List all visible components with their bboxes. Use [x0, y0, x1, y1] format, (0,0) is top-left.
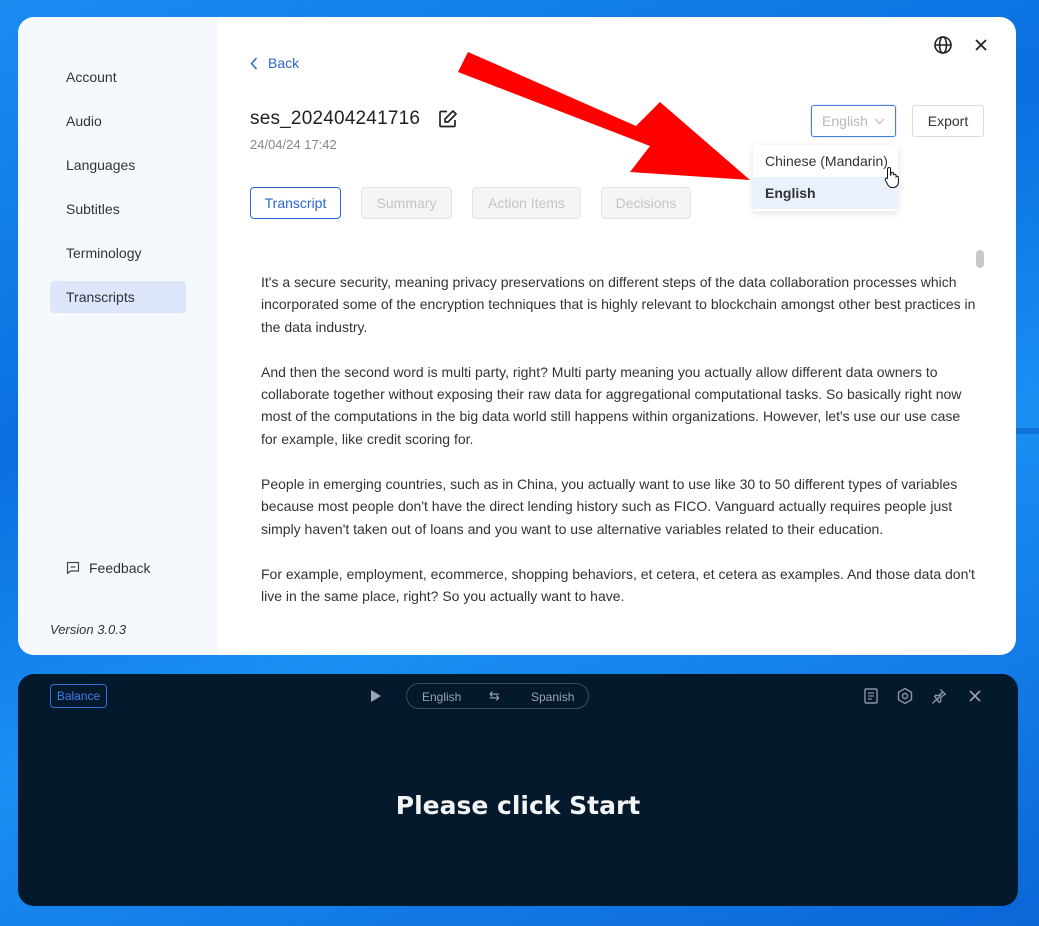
back-link[interactable]: Back [250, 55, 299, 71]
transcript-paragraph: For example, employment, ecommerce, shop… [261, 565, 975, 605]
target-language[interactable]: Spanish [531, 690, 574, 704]
chevron-down-icon [874, 118, 885, 124]
language-dropdown: Chinese (Mandarin) English [753, 145, 898, 211]
back-label: Back [268, 55, 300, 71]
close-icon[interactable] [971, 35, 991, 55]
close-caption-icon[interactable] [966, 687, 984, 705]
feedback-button[interactable]: Feedback [66, 560, 150, 576]
session-title: ses_202404241716 [250, 108, 421, 129]
sidebar: Account Audio Languages Subtitles Termin… [18, 17, 217, 655]
sidebar-item-transcripts[interactable]: Transcripts [50, 281, 186, 313]
sidebar-item-subtitles[interactable]: Subtitles [50, 193, 186, 225]
language-select[interactable]: English [811, 105, 896, 137]
source-language[interactable]: English [422, 690, 461, 704]
transcript-content: It's a secure security, meaning privacy … [261, 271, 976, 631]
sidebar-item-languages[interactable]: Languages [50, 149, 186, 181]
dropdown-option-chinese-mandarin[interactable]: Chinese (Mandarin) [753, 145, 898, 177]
transcript-paragraph: It's a secure security, meaning privacy … [261, 274, 976, 335]
play-icon[interactable] [370, 689, 382, 703]
export-button[interactable]: Export [912, 105, 984, 137]
swap-languages-icon[interactable]: ⇆ [489, 688, 500, 704]
tab-action-items[interactable]: Action Items [472, 187, 581, 219]
start-prompt: Please click Start [395, 791, 641, 820]
scrollbar-thumb[interactable] [976, 250, 984, 268]
settings-icon[interactable] [896, 687, 914, 705]
sidebar-item-audio[interactable]: Audio [50, 105, 186, 137]
dropdown-option-english[interactable]: English [753, 177, 898, 209]
language-pair-selector: English ⇆ Spanish [406, 683, 589, 709]
session-date: 24/04/24 17:42 [250, 137, 337, 152]
sidebar-item-account[interactable]: Account [50, 61, 186, 93]
live-caption-window: Balance English ⇆ Spanish Please click S… [18, 674, 1018, 906]
edit-icon[interactable] [438, 109, 458, 129]
feedback-icon [66, 561, 80, 575]
hand-cursor-icon [884, 166, 899, 188]
tab-transcript[interactable]: Transcript [250, 187, 341, 219]
globe-icon[interactable] [933, 35, 953, 55]
chevron-left-icon [250, 56, 258, 70]
sidebar-item-terminology[interactable]: Terminology [50, 237, 186, 269]
app-version: Version 3.0.3 [50, 622, 127, 637]
feedback-label: Feedback [89, 560, 151, 576]
balance-button[interactable]: Balance [50, 684, 107, 708]
document-icon[interactable] [862, 687, 880, 705]
transcript-paragraph: People in emerging countries, such as in… [261, 476, 958, 537]
desktop-background [1016, 428, 1039, 434]
language-select-value: English [822, 113, 868, 129]
tab-summary[interactable]: Summary [361, 187, 452, 219]
transcript-paragraph: And then the second word is multi party,… [261, 363, 962, 447]
transcripts-window: Account Audio Languages Subtitles Termin… [18, 17, 1016, 655]
tab-decisions[interactable]: Decisions [601, 187, 691, 219]
pin-icon[interactable] [930, 687, 948, 705]
